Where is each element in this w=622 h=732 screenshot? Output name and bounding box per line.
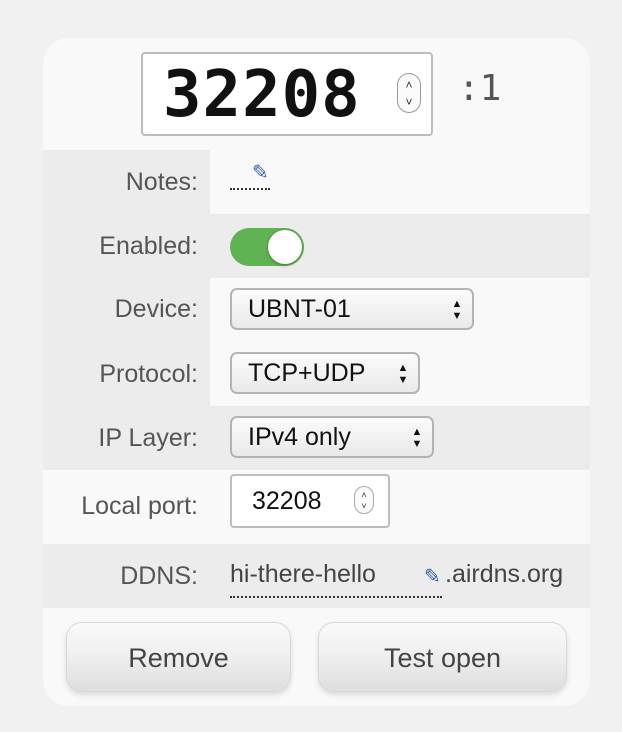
ip-layer-row: IP Layer: IPv4 only ▲▼	[43, 406, 590, 470]
enabled-row: Enabled:	[43, 214, 590, 278]
device-row: Device: UBNT-01 ▲▼	[43, 278, 590, 342]
pencil-icon[interactable]: ✎	[424, 564, 441, 589]
local-port-row: Local port: 32208 ˄ ˅	[43, 470, 590, 544]
port-forward-card: 32208 ˄ ˅ :1 Notes: ✎ Enabled: Device: U…	[43, 38, 590, 706]
notes-row: Notes: ✎	[43, 150, 590, 214]
ddns-field: hi-there-hello ✎ .airdns.org	[210, 544, 590, 608]
port-index: :1	[458, 68, 502, 109]
ddns-domain-suffix: .airdns.org	[445, 560, 564, 588]
select-arrows-icon: ▲▼	[451, 298, 463, 322]
ip-layer-label: IP Layer:	[98, 424, 198, 452]
enabled-field	[210, 214, 590, 278]
protocol-label: Protocol:	[99, 360, 198, 388]
device-select[interactable]: UBNT-01 ▲▼	[230, 288, 474, 330]
toggle-knob	[268, 230, 302, 264]
protocol-select[interactable]: TCP+UDP ▲▼	[230, 352, 420, 394]
local-port-stepper[interactable]: ˄ ˅	[354, 486, 374, 514]
enabled-label: Enabled:	[99, 232, 198, 260]
protocol-selected-value: TCP+UDP	[248, 359, 366, 387]
ddns-label: DDNS:	[120, 562, 198, 590]
port-number-input[interactable]: 32208 ˄ ˅	[141, 52, 433, 136]
remove-button[interactable]: Remove	[66, 622, 291, 692]
local-port-value: 32208	[252, 487, 322, 515]
ip-layer-field: IPv4 only ▲▼	[210, 406, 590, 470]
port-number-stepper[interactable]: ˄ ˅	[397, 73, 421, 113]
notes-edit-field[interactable]: ✎	[230, 162, 270, 190]
enabled-toggle[interactable]	[230, 228, 304, 266]
ip-layer-select[interactable]: IPv4 only ▲▼	[230, 416, 434, 458]
port-number-value: 32208	[163, 58, 361, 132]
local-port-label: Local port:	[81, 492, 198, 520]
notes-label: Notes:	[125, 168, 198, 196]
notes-field: ✎	[210, 150, 590, 214]
select-arrows-icon: ▲▼	[411, 426, 423, 450]
pencil-icon[interactable]: ✎	[252, 160, 269, 185]
ip-layer-selected-value: IPv4 only	[248, 423, 351, 451]
stepper-up-icon[interactable]: ˄	[355, 490, 373, 500]
test-open-button[interactable]: Test open	[318, 622, 567, 692]
device-field: UBNT-01 ▲▼	[210, 278, 590, 342]
protocol-row: Protocol: TCP+UDP ▲▼	[43, 342, 590, 406]
local-port-field: 32208 ˄ ˅	[210, 470, 590, 544]
device-label: Device:	[114, 295, 198, 323]
ddns-subdomain-field[interactable]: hi-there-hello ✎	[230, 560, 442, 598]
device-selected-value: UBNT-01	[248, 295, 351, 323]
ddns-row: DDNS: hi-there-hello ✎ .airdns.org	[43, 544, 590, 608]
local-port-input[interactable]: 32208 ˄ ˅	[230, 474, 390, 528]
stepper-down-icon[interactable]: ˅	[355, 501, 373, 511]
stepper-up-icon[interactable]: ˄	[398, 78, 420, 92]
select-arrows-icon: ▲▼	[397, 362, 409, 386]
ddns-subdomain-value: hi-there-hello	[230, 560, 376, 588]
stepper-down-icon[interactable]: ˅	[398, 95, 420, 109]
protocol-field: TCP+UDP ▲▼	[210, 342, 590, 406]
port-header: 32208 ˄ ˅ :1	[43, 38, 590, 150]
